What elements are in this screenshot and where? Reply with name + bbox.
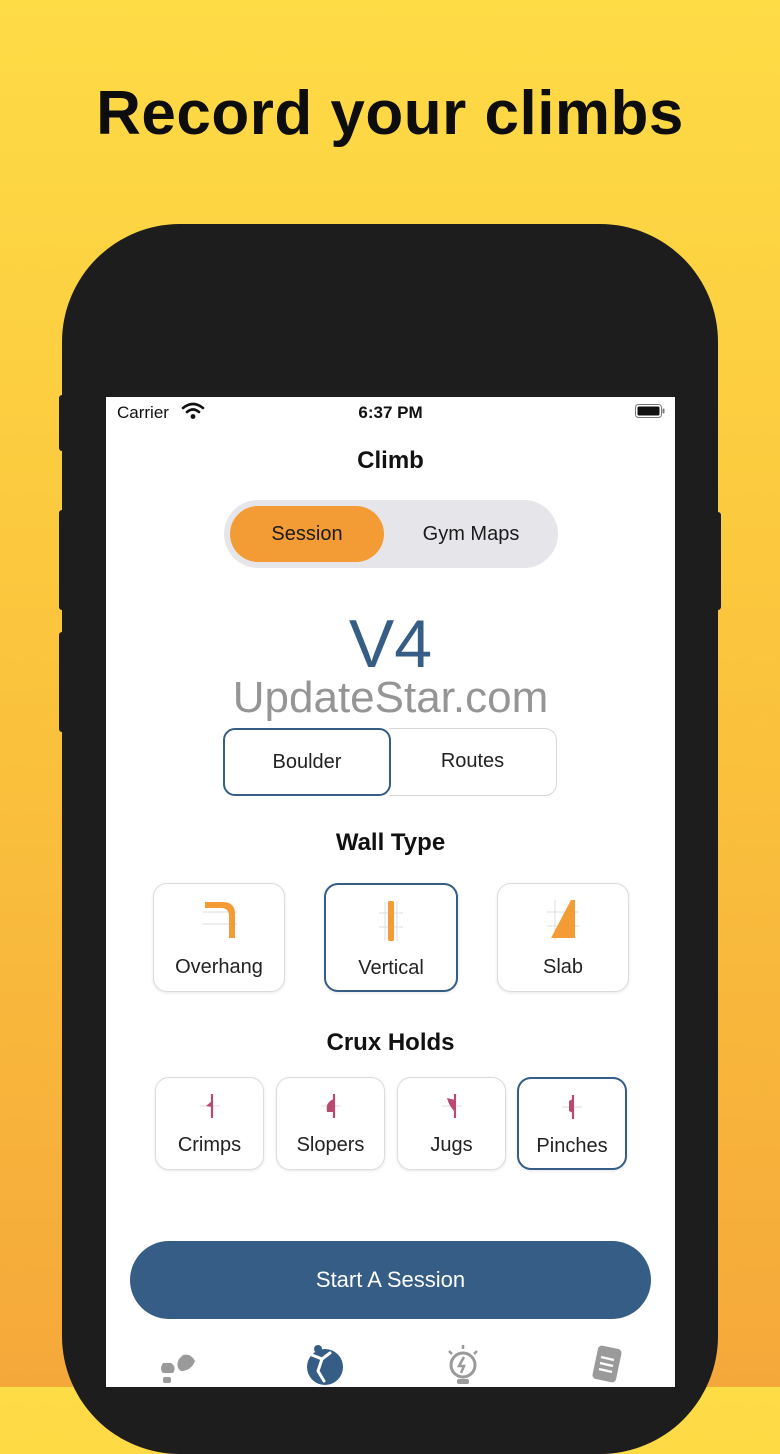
vertical-wall-icon <box>379 901 403 941</box>
hold-option-label: Jugs <box>430 1134 473 1156</box>
status-bar: Carrier 6:37 PM <box>106 397 675 427</box>
wall-option-label: Slab <box>542 956 584 978</box>
crux-holds-title: Crux Holds <box>326 1029 455 1056</box>
notes-icon[interactable] <box>583 1341 629 1387</box>
footprints-icon[interactable] <box>155 1341 201 1387</box>
wall-option-label: Vertical <box>358 957 424 979</box>
nav-title: Climb <box>357 447 424 474</box>
crimp-icon <box>199 1094 220 1118</box>
boulder-button[interactable]: Boulder <box>223 728 391 796</box>
climber-icon[interactable] <box>300 1341 346 1387</box>
jug-icon <box>441 1094 462 1118</box>
hold-option-label: Slopers <box>296 1134 365 1156</box>
hold-option-jugs[interactable]: Jugs <box>397 1077 506 1170</box>
pinch-icon <box>562 1095 582 1119</box>
hold-option-pinches[interactable]: Pinches <box>517 1077 627 1170</box>
segment-session[interactable]: Session <box>230 506 384 562</box>
segment-gym-maps[interactable]: Gym Maps <box>390 506 552 562</box>
hold-option-crimps[interactable]: Crimps <box>155 1077 264 1170</box>
slab-icon <box>547 900 579 940</box>
phone-side-button <box>59 395 69 451</box>
wall-option-label: Overhang <box>175 956 263 978</box>
wall-option-overhang[interactable]: Overhang <box>153 883 285 992</box>
phone-volume-up <box>59 510 69 610</box>
battery-icon <box>635 404 665 418</box>
wall-type-title: Wall Type <box>335 829 446 856</box>
lightbulb-icon[interactable] <box>440 1341 486 1387</box>
watermark: UpdateStar.com <box>232 673 549 722</box>
routes-button[interactable]: Routes <box>389 728 557 796</box>
overhang-icon <box>203 902 237 938</box>
hold-option-slopers[interactable]: Slopers <box>276 1077 385 1170</box>
wall-option-vertical[interactable]: Vertical <box>324 883 458 992</box>
session-gym-segmented-control: Session Gym Maps <box>224 500 558 568</box>
grade-value[interactable]: V4 <box>106 605 675 683</box>
start-session-button[interactable]: Start A Session <box>130 1241 651 1319</box>
app-screen: Carrier 6:37 PM Climb Session Gym Maps V… <box>106 397 675 1387</box>
wall-option-slab[interactable]: Slab <box>497 883 629 992</box>
sloper-icon <box>320 1094 341 1118</box>
phone-volume-down <box>59 632 69 732</box>
phone-power-button <box>711 512 721 610</box>
hold-option-label: Pinches <box>536 1135 608 1157</box>
status-time: 6:37 PM <box>358 403 423 422</box>
headline: Record your climbs <box>96 79 684 148</box>
hold-option-label: Crimps <box>177 1134 242 1156</box>
